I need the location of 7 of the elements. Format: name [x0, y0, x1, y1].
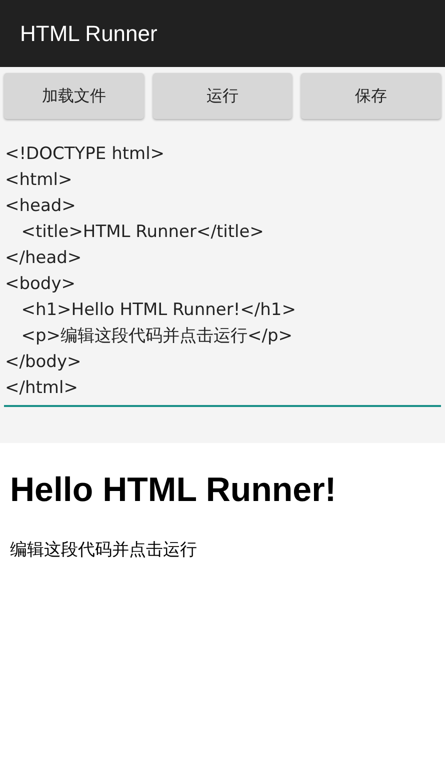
code-editor-field[interactable]: <!DOCTYPE html> <html> <head> <title>HTML Runner</title> </head> <body> <h1>Hello HTML Runner!</h1> <p>编辑这段代码并点击运行</p> </body> </html>: [4, 141, 441, 407]
app-title: HTML Runner: [20, 20, 158, 46]
toolbar-button[interactable]: 保存: [301, 73, 442, 119]
preview-paragraph: 编辑这段代码并点击运行: [10, 539, 198, 561]
toolbar-button[interactable]: 加载文件: [4, 73, 144, 119]
toolbar-button[interactable]: 运行: [152, 73, 292, 119]
preview-heading: Hello HTML Runner!: [10, 471, 338, 510]
